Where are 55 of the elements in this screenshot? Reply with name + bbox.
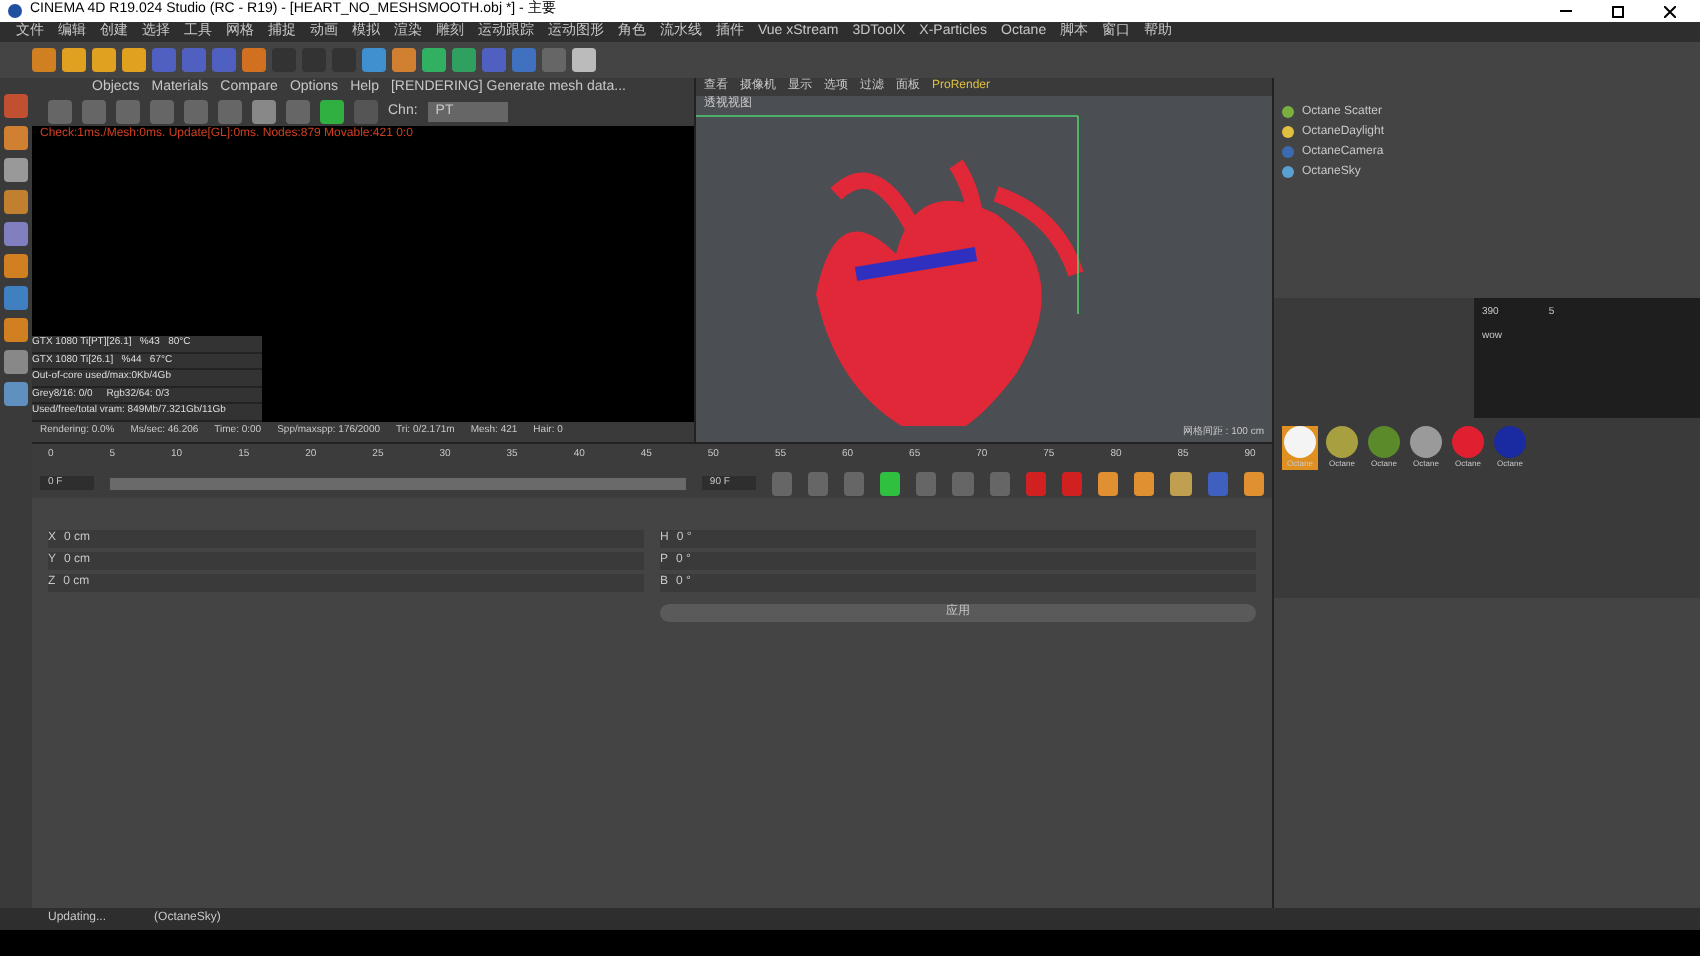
transport-icon[interactable] (916, 471, 937, 495)
tool-icon[interactable] (362, 48, 386, 72)
viewer-tool-icon[interactable] (354, 100, 378, 124)
tool-icon[interactable] (4, 318, 28, 342)
tool-icon[interactable] (182, 48, 206, 72)
tool-icon[interactable] (242, 48, 266, 72)
viewer-tool-icon[interactable] (150, 100, 174, 124)
viewer-tool-icon[interactable] (252, 100, 276, 124)
tool-icon[interactable] (4, 222, 28, 246)
transport-icon[interactable] (1134, 471, 1155, 495)
tool-icon[interactable] (4, 190, 28, 214)
tool-icon[interactable] (4, 158, 28, 182)
transport-icon[interactable] (1025, 471, 1046, 495)
tool-icon[interactable] (122, 48, 146, 72)
viewer-tool-icon[interactable] (286, 100, 310, 124)
minimize-icon[interactable] (1560, 10, 1572, 12)
transport-icon[interactable] (807, 471, 828, 495)
viewer-tool-icon[interactable] (218, 100, 242, 124)
tool-icon[interactable] (4, 126, 28, 150)
tool-icon[interactable] (212, 48, 236, 72)
viewer-tool-icon[interactable] (184, 100, 208, 124)
transport-icon[interactable] (1170, 471, 1192, 495)
tool-icon[interactable] (4, 254, 28, 278)
tool-icon[interactable] (152, 48, 176, 72)
transport-icon[interactable] (989, 471, 1010, 495)
viewer-tool-icon[interactable] (48, 100, 72, 124)
transport-icon[interactable] (1243, 471, 1264, 495)
tool-icon[interactable] (4, 286, 28, 310)
viewer-tool-icon[interactable] (320, 100, 344, 124)
tool-icon[interactable] (32, 48, 56, 72)
frame-range-slider[interactable] (109, 477, 686, 489)
tool-icon[interactable] (422, 48, 446, 72)
tool-icon[interactable] (4, 382, 28, 406)
tool-icon[interactable] (62, 48, 86, 72)
maximize-icon[interactable] (1612, 5, 1624, 17)
viewer-tool-icon[interactable] (82, 100, 106, 124)
tool-icon[interactable] (92, 48, 116, 72)
transport-icon[interactable] (1098, 471, 1119, 495)
transport-icon[interactable] (952, 471, 974, 495)
tool-icon[interactable] (4, 94, 28, 118)
tool-icon[interactable] (482, 48, 506, 72)
tool-icon[interactable] (512, 48, 536, 72)
transport-icon[interactable] (771, 471, 792, 495)
close-icon[interactable] (1664, 5, 1676, 17)
tool-icon[interactable] (452, 48, 476, 72)
tool-icon[interactable] (4, 350, 28, 374)
tool-icon[interactable] (572, 48, 596, 72)
transport-icon[interactable] (1207, 471, 1228, 495)
transport-icon[interactable] (1061, 471, 1083, 495)
viewer-tool-icon[interactable] (116, 100, 140, 124)
tool-icon[interactable] (392, 48, 416, 72)
tool-icon[interactable] (542, 48, 566, 72)
transport-icon[interactable] (843, 471, 865, 495)
app-icon (8, 4, 22, 18)
transport-icon[interactable] (880, 471, 901, 495)
